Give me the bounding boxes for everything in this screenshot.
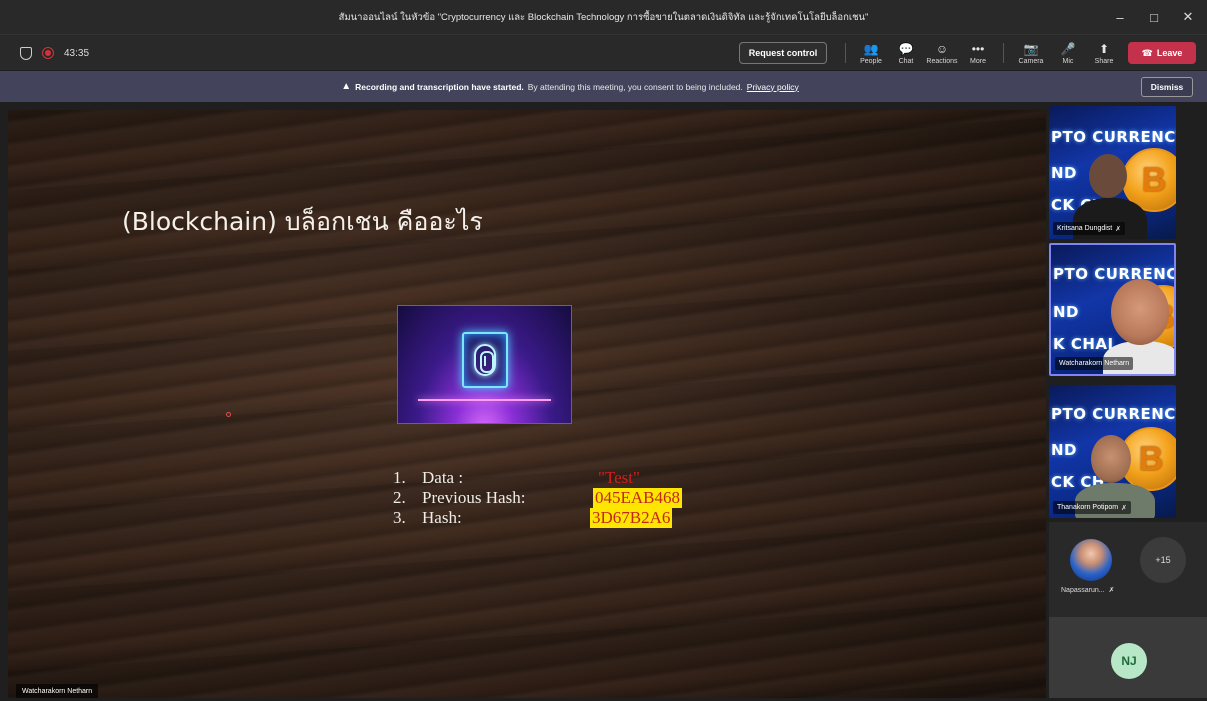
- chat-label: Chat: [898, 57, 914, 65]
- reactions-icon: ☺: [935, 41, 949, 56]
- leave-button[interactable]: ☎ Leave: [1128, 42, 1196, 64]
- participant-name-tag: Watcharakorn Netharn: [1055, 357, 1134, 370]
- item-number: 3.: [393, 508, 406, 527]
- banner-message: ▲ Recording and transcription have start…: [0, 71, 1140, 102]
- presenter-name-tag: Watcharakorn Netharn: [16, 684, 99, 698]
- small-participant-name: Napassarun...: [1061, 586, 1105, 594]
- participant-name: Kritsana Dungdist: [1057, 225, 1113, 232]
- glow-line: [418, 399, 551, 401]
- camera-button[interactable]: 📷 Camera: [1011, 38, 1051, 68]
- item-key: Data :: [422, 468, 464, 487]
- fingerprint-icon: [474, 344, 496, 376]
- camera-icon: 📷: [1023, 41, 1039, 56]
- banner-text: By attending this meeting, you consent t…: [527, 81, 743, 92]
- more-button[interactable]: ••• More: [958, 38, 998, 68]
- mic-off-icon: ✗: [1108, 587, 1115, 594]
- list-item: 3. Hash: 3D67B2A6: [393, 508, 703, 528]
- mic-off-icon: ✗: [1115, 225, 1122, 233]
- shield-icon[interactable]: [20, 46, 32, 60]
- people-label: People: [860, 57, 882, 65]
- more-icon: •••: [971, 41, 985, 56]
- warning-icon: ▲: [341, 81, 352, 92]
- maximize-icon[interactable]: □: [1147, 10, 1161, 25]
- avatar[interactable]: [1070, 539, 1112, 581]
- participant-name-tag: Kritsana Dungdist ✗: [1053, 222, 1126, 235]
- fingerprint-image: [397, 305, 572, 424]
- item-key: Previous Hash:: [422, 488, 526, 507]
- hash-value: 3D67B2A6: [590, 508, 673, 528]
- recording-banner: ▲ Recording and transcription have start…: [0, 71, 1207, 102]
- title-bar: สัมนาออนไลน์ ในหัวข้อ "Cryptocurrency แล…: [0, 0, 1207, 34]
- request-control-button[interactable]: Request control: [739, 42, 827, 64]
- list-item: 2. Previous Hash: 045EAB468: [393, 488, 703, 508]
- slide-title: (Blockchain) บล็อกเชน คืออะไร: [122, 207, 483, 236]
- participant-head: [1089, 154, 1127, 198]
- meeting-info: 43:35: [20, 35, 89, 71]
- mic-off-icon: ✗: [1121, 504, 1127, 512]
- leave-label: Leave: [1156, 48, 1183, 58]
- background-text: K CHAI: [1053, 335, 1114, 353]
- camera-label: Camera: [1018, 57, 1044, 65]
- self-avatar: NJ: [1111, 643, 1147, 679]
- share-button[interactable]: ⬆ Share: [1084, 38, 1124, 68]
- people-button[interactable]: 👥 People: [851, 38, 891, 68]
- recording-icon: [42, 47, 54, 59]
- item-number: 2.: [393, 488, 406, 507]
- close-icon[interactable]: ✕: [1181, 9, 1195, 25]
- pointer-dot: [226, 412, 231, 417]
- item-number: 1.: [393, 468, 406, 487]
- toolbar-divider: [845, 43, 846, 63]
- participant-tile-active[interactable]: PTO CURRENCY ND K CHAI B Watcharakorn Ne…: [1049, 243, 1176, 376]
- shared-screen: (Blockchain) บล็อกเชน คืออะไร 1. Data : …: [8, 110, 1046, 698]
- chat-button[interactable]: 💬 Chat: [886, 38, 926, 68]
- mic-label: Mic: [1062, 57, 1074, 65]
- mic-icon: 🎤: [1060, 41, 1076, 56]
- share-label: Share: [1094, 57, 1114, 65]
- dismiss-button[interactable]: Dismiss: [1141, 77, 1193, 97]
- data-value: "Test": [598, 468, 640, 487]
- background-text: ND: [1051, 164, 1078, 182]
- reactions-label: Reactions: [926, 57, 958, 65]
- window-title: สัมนาออนไลน์ ในหัวข้อ "Cryptocurrency แล…: [338, 11, 869, 23]
- background-text: PTO CURRENCY: [1051, 405, 1176, 423]
- item-key: Hash:: [422, 508, 462, 527]
- window-controls: – □ ✕: [1113, 0, 1201, 34]
- more-participants-button[interactable]: +15: [1140, 537, 1186, 583]
- background-text: ND: [1051, 441, 1078, 459]
- more-label: More: [970, 57, 986, 65]
- participant-name-tag: Thanakorn Potipom ✗: [1053, 501, 1131, 514]
- background-text: PTO CURRENCY: [1051, 128, 1176, 146]
- fingerprint-frame: [462, 332, 508, 388]
- participant-tile[interactable]: PTO CURRENCY ND CK CH B Kritsana Dungdis…: [1049, 106, 1176, 239]
- chat-icon: 💬: [898, 41, 914, 56]
- meeting-toolbar: 43:35 Request control 👥 People 💬 Chat ☺ …: [0, 34, 1207, 70]
- background-text: ND: [1053, 303, 1080, 321]
- previous-hash-value: 045EAB468: [593, 488, 682, 508]
- toolbar-divider: [1003, 43, 1004, 63]
- participant-tile[interactable]: PTO CURRENCY ND CK CH B Thanakorn Potipo…: [1049, 385, 1176, 518]
- meeting-timer: 43:35: [64, 47, 90, 59]
- reactions-button[interactable]: ☺ Reactions: [922, 38, 962, 68]
- block-fields: 1. Data : "Test" 2. Previous Hash: 045EA…: [393, 468, 703, 528]
- background-text: PTO CURRENCY: [1053, 265, 1176, 283]
- participant-name: Thanakorn Potipom: [1057, 504, 1119, 511]
- people-icon: 👥: [863, 41, 879, 56]
- participant-head: [1111, 279, 1169, 345]
- participant-head: [1091, 435, 1131, 483]
- participant-name: Watcharakorn Netharn: [1059, 360, 1130, 367]
- minimize-icon[interactable]: –: [1113, 10, 1127, 25]
- small-participant-name-tag: Napassarun... ✗: [1061, 586, 1115, 595]
- list-item: 1. Data : "Test": [393, 468, 703, 488]
- privacy-policy-link[interactable]: Privacy policy: [747, 82, 799, 92]
- share-icon: ⬆: [1098, 41, 1110, 56]
- phone-icon: ☎: [1141, 47, 1153, 58]
- mic-button[interactable]: 🎤 Mic: [1048, 38, 1088, 68]
- banner-bold-text: Recording and transcription have started…: [355, 81, 524, 92]
